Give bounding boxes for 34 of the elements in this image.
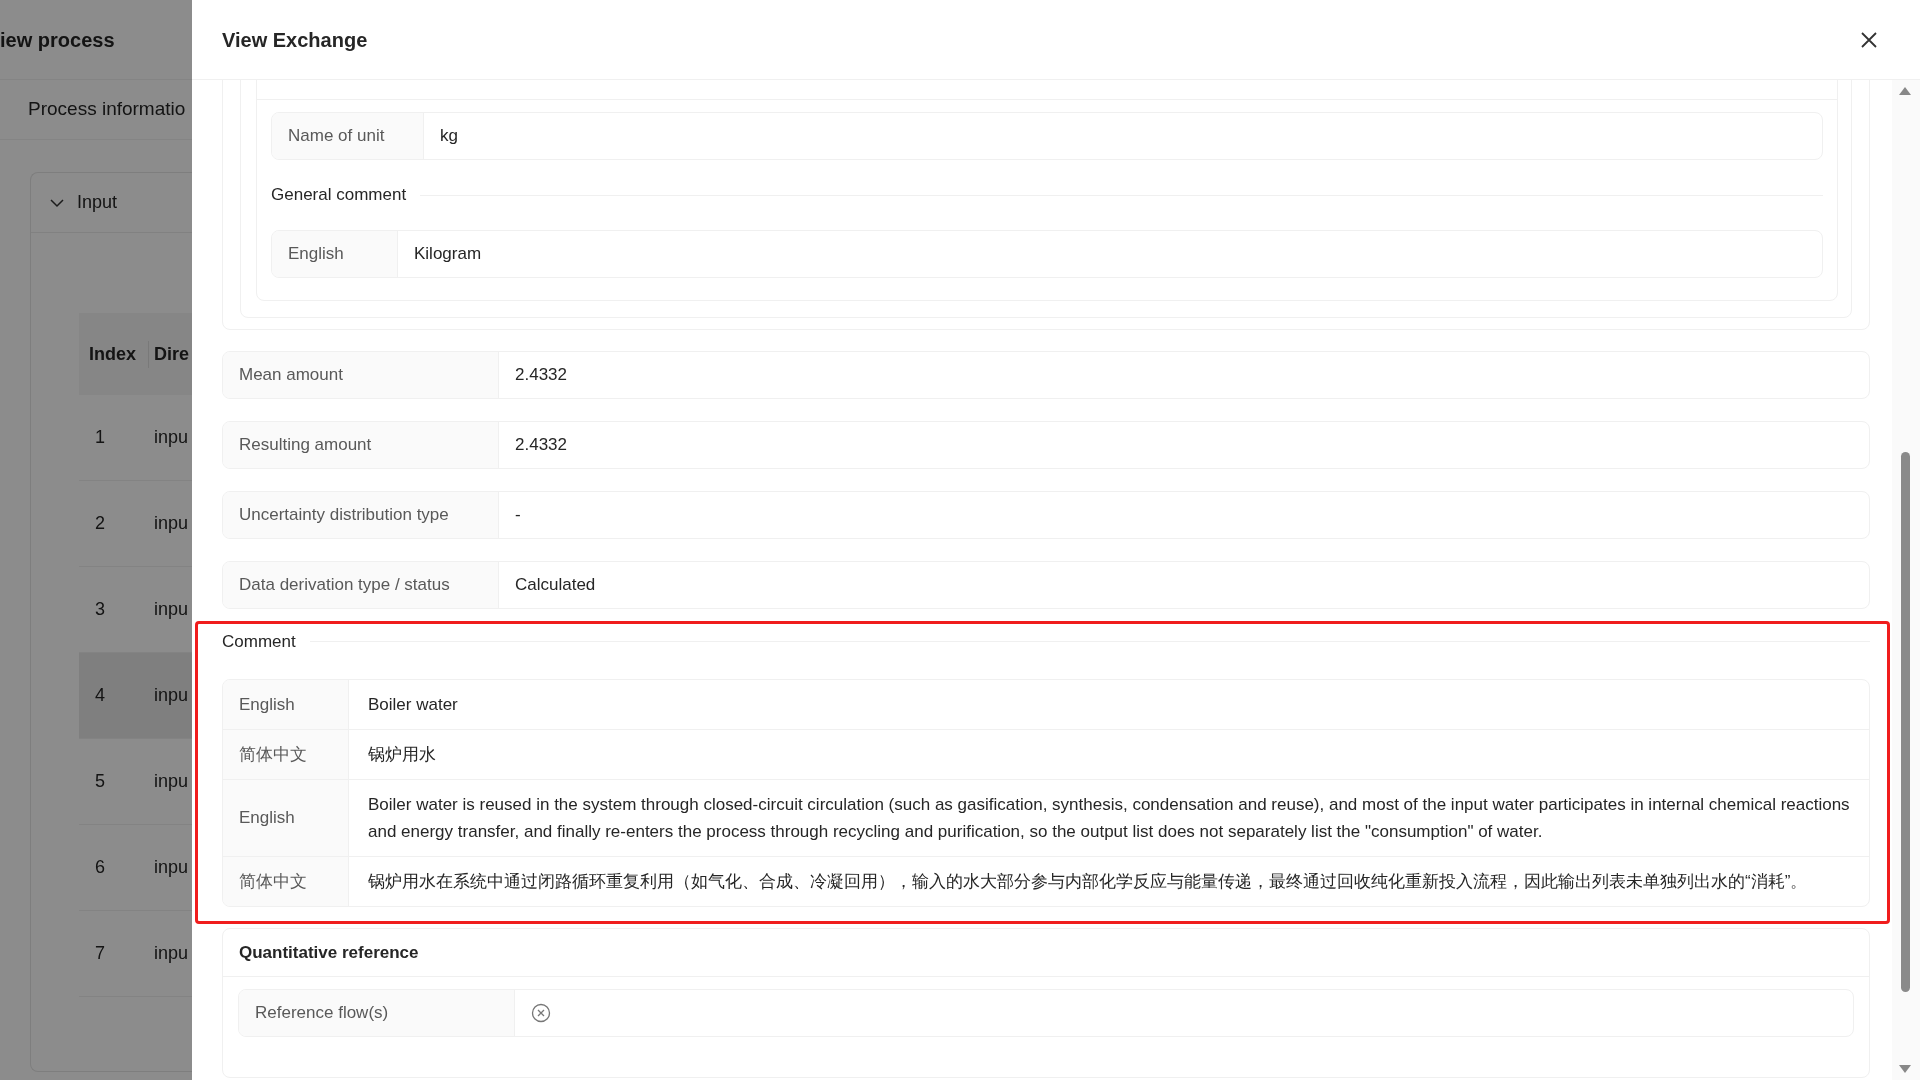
field-label: Mean amount xyxy=(223,352,499,398)
field-label: English xyxy=(223,780,349,856)
field-value: Boiler water is reused in the system through closed-circuit circulation (such as gasification, synthesis, condensation and reuse), and most of the input water participates in internal chemical reactions and energy transfer, and finally re-enters the process through recycling and purification, so the output list does not separately list the "consumption" of water. xyxy=(367,794,1851,843)
column-header: Dire xyxy=(153,342,189,366)
field-value: kg xyxy=(439,125,459,147)
field-label: 简体中文 xyxy=(223,857,349,906)
field-label: English xyxy=(272,231,398,277)
field-label: Resulting amount xyxy=(223,422,499,468)
field-value: - xyxy=(514,504,522,526)
field-value: Kilogram xyxy=(413,243,483,265)
scrollbar-thumb[interactable] xyxy=(1901,452,1910,992)
field-label: Name of unit xyxy=(272,113,424,159)
section-heading: Comment xyxy=(222,630,296,653)
field-value: 锅炉用水在系统中通过闭路循环重复利用（如气化、合成、冷凝回用），输入的水大部分参与内部化学反应与能量传递，最终通过回收纯化重新投入流程，因此输出列表未单独列出水的“消耗”。 xyxy=(367,871,1809,893)
column-header: Index xyxy=(79,340,149,368)
drawer-title: View Exchange xyxy=(222,27,368,53)
scroll-up-arrow-icon[interactable] xyxy=(1898,86,1912,96)
field-label: Data derivation type / status xyxy=(223,562,499,608)
section-heading: General comment xyxy=(271,184,407,207)
field-value: 2.4332 xyxy=(514,434,568,456)
field-label: Reference flow(s) xyxy=(239,990,515,1036)
table-row[interactable]: 4 inpu xyxy=(79,653,192,739)
scroll-down-arrow-icon[interactable] xyxy=(1898,1064,1912,1074)
field-label: Uncertainty distribution type xyxy=(223,492,499,538)
field-value: Boiler water xyxy=(367,694,459,716)
field-value: 2.4332 xyxy=(514,364,568,386)
field-value: Calculated xyxy=(514,574,597,596)
field-label: English xyxy=(223,680,349,729)
card-title: Quantitative reference xyxy=(239,941,419,964)
page-title: iew process xyxy=(0,27,115,53)
clear-circle-icon xyxy=(531,1003,551,1023)
field-label: 简体中文 xyxy=(223,730,349,779)
field-value: 锅炉用水 xyxy=(367,744,437,766)
tab[interactable]: Process informatio xyxy=(28,95,186,124)
